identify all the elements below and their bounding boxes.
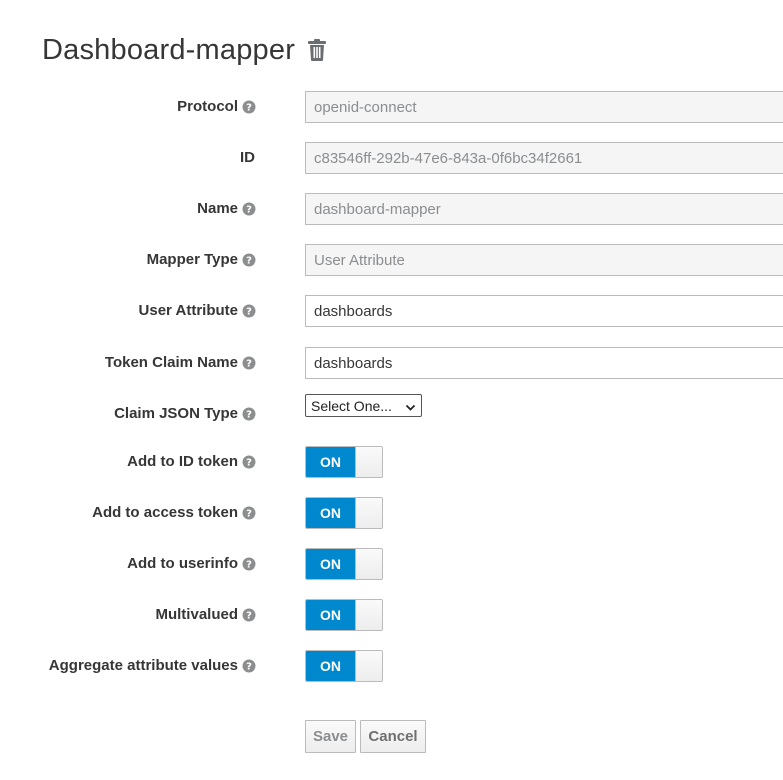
- svg-text:?: ?: [246, 256, 252, 267]
- toggle-knob: [355, 651, 382, 681]
- add-to-access-token-label: Add to access token: [92, 504, 238, 521]
- toggle-on-label: ON: [306, 549, 355, 579]
- toggle-on-label: ON: [306, 600, 355, 630]
- help-icon[interactable]: ?: [242, 506, 256, 520]
- id-input[interactable]: [305, 142, 783, 174]
- svg-text:?: ?: [246, 205, 252, 216]
- help-icon[interactable]: ?: [242, 100, 256, 114]
- multivalued-label: Multivalued: [155, 606, 238, 623]
- user-attribute-input[interactable]: [305, 295, 783, 327]
- toggle-knob: [355, 600, 382, 630]
- trash-icon[interactable]: [307, 38, 327, 62]
- claim-json-type-value: Select One...: [311, 397, 392, 414]
- token-claim-name-label: Token Claim Name: [104, 354, 238, 371]
- aggregate-attribute-values-row: Aggregate attribute values ? ON: [0, 650, 783, 682]
- id-row: ID: [0, 142, 783, 174]
- user-attribute-label: User Attribute: [138, 302, 238, 319]
- mapper-type-row: Mapper Type ?: [0, 244, 783, 276]
- name-input[interactable]: [305, 193, 783, 225]
- svg-text:?: ?: [246, 103, 252, 114]
- help-icon[interactable]: ?: [242, 455, 256, 469]
- toggle-on-label: ON: [306, 651, 355, 681]
- multivalued-row: Multivalued ? ON: [0, 599, 783, 631]
- add-to-access-token-toggle[interactable]: ON: [305, 497, 383, 529]
- help-icon[interactable]: ?: [242, 253, 256, 267]
- aggregate-attribute-values-toggle[interactable]: ON: [305, 650, 383, 682]
- name-label: Name: [197, 200, 238, 217]
- page-title: Dashboard-mapper: [42, 33, 296, 66]
- toggle-on-label: ON: [306, 498, 355, 528]
- toggle-knob: [355, 447, 382, 477]
- claim-json-type-row: Claim JSON Type ? Select One...: [0, 394, 783, 430]
- toggle-on-label: ON: [306, 447, 355, 477]
- help-icon[interactable]: ?: [242, 557, 256, 571]
- add-to-userinfo-label: Add to userinfo: [127, 555, 238, 572]
- help-icon[interactable]: ?: [242, 608, 256, 622]
- svg-text:?: ?: [246, 410, 252, 421]
- token-claim-name-input[interactable]: [305, 347, 783, 379]
- help-icon[interactable]: ?: [242, 407, 256, 421]
- svg-text:?: ?: [246, 509, 252, 520]
- add-to-access-token-row: Add to access token ? ON: [0, 497, 783, 529]
- add-to-userinfo-toggle[interactable]: ON: [305, 548, 383, 580]
- id-label: ID: [240, 149, 255, 166]
- svg-text:?: ?: [246, 560, 252, 571]
- multivalued-toggle[interactable]: ON: [305, 599, 383, 631]
- add-to-userinfo-row: Add to userinfo ? ON: [0, 548, 783, 580]
- add-to-id-token-toggle[interactable]: ON: [305, 446, 383, 478]
- name-row: Name ?: [0, 193, 783, 225]
- help-icon[interactable]: ?: [242, 304, 256, 318]
- add-to-id-token-label: Add to ID token: [127, 453, 238, 470]
- claim-json-type-select[interactable]: Select One...: [305, 394, 422, 417]
- mapper-type-input[interactable]: [305, 244, 783, 276]
- page-header: Dashboard-mapper: [42, 30, 327, 70]
- help-icon[interactable]: ?: [242, 202, 256, 216]
- svg-text:?: ?: [246, 359, 252, 370]
- protocol-input[interactable]: [305, 91, 783, 123]
- chevron-down-icon: [405, 400, 416, 411]
- help-icon[interactable]: ?: [242, 659, 256, 673]
- protocol-label: Protocol: [177, 98, 238, 115]
- svg-text:?: ?: [246, 662, 252, 673]
- toggle-knob: [355, 498, 382, 528]
- save-button[interactable]: Save: [305, 720, 356, 753]
- claim-json-type-label: Claim JSON Type: [114, 405, 238, 422]
- cancel-button[interactable]: Cancel: [360, 720, 426, 753]
- protocol-row: Protocol ?: [0, 91, 783, 123]
- add-to-id-token-row: Add to ID token ? ON: [0, 446, 783, 478]
- user-attribute-row: User Attribute ?: [0, 295, 783, 327]
- token-claim-name-row: Token Claim Name ?: [0, 347, 783, 379]
- aggregate-attribute-values-label: Aggregate attribute values: [48, 657, 238, 674]
- help-icon[interactable]: ?: [242, 356, 256, 370]
- svg-text:?: ?: [246, 307, 252, 318]
- toggle-knob: [355, 549, 382, 579]
- svg-text:?: ?: [246, 611, 252, 622]
- svg-text:?: ?: [246, 458, 252, 469]
- mapper-type-label: Mapper Type: [146, 251, 238, 268]
